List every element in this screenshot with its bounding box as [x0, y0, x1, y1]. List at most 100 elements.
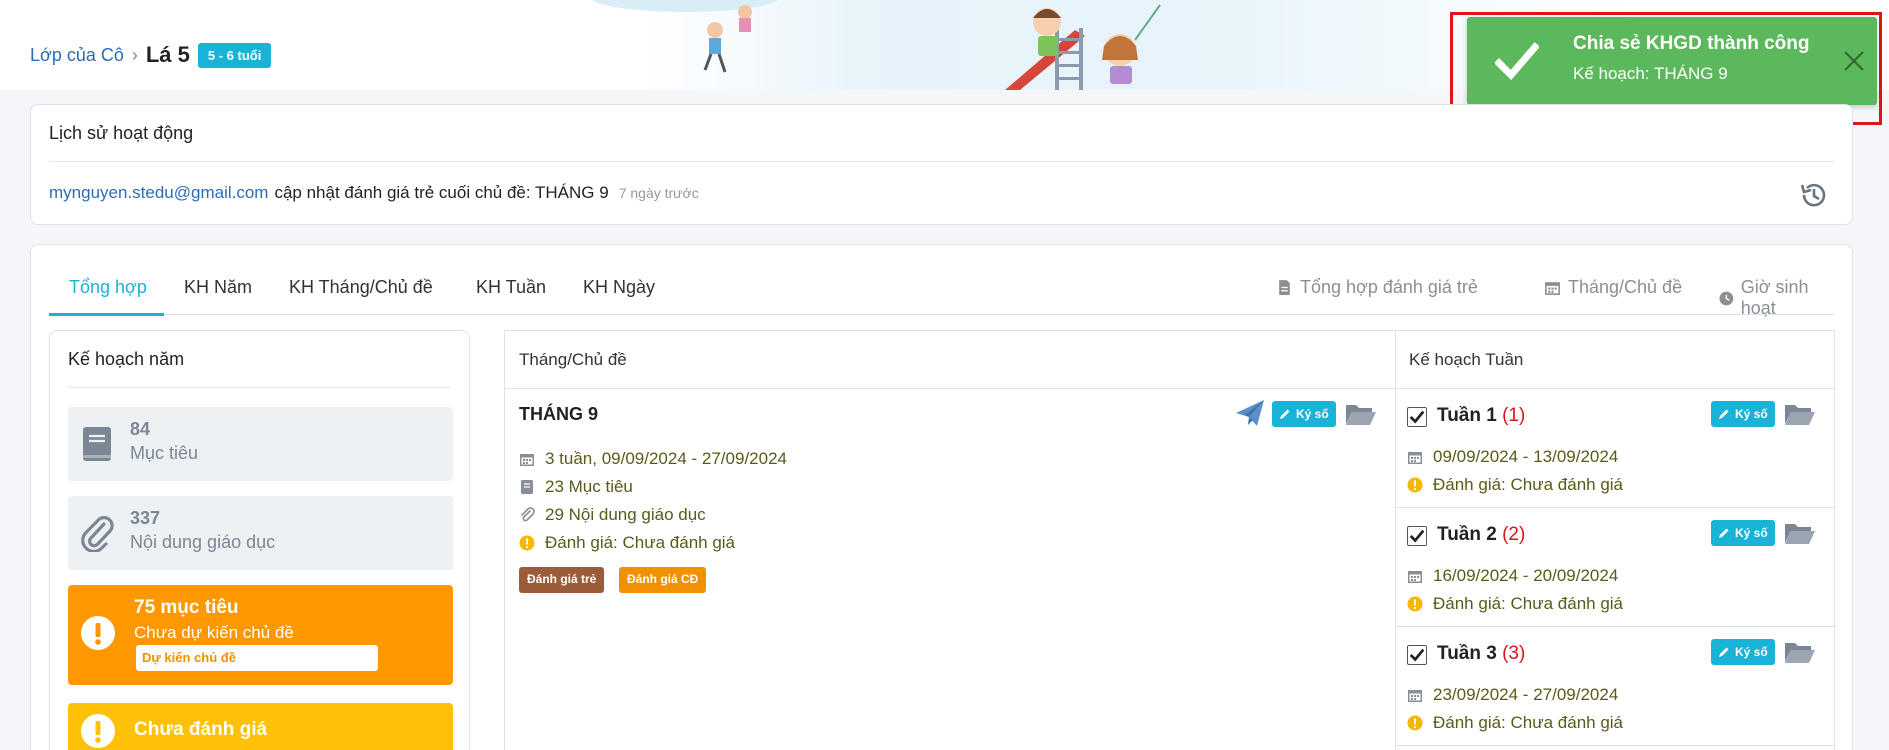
month-evaluation: Đánh giá: Chưa đánh giá: [545, 533, 736, 552]
folder-open-icon[interactable]: [1345, 402, 1377, 426]
tab-day-plan[interactable]: KH Ngày: [583, 277, 655, 298]
exclamation-circle-icon: [81, 714, 115, 748]
paperclip-icon: [81, 516, 114, 552]
evaluate-children-tag[interactable]: Đánh giá trẻ: [519, 567, 605, 593]
link-month-topic-label: Tháng/Chủ đề: [1568, 277, 1683, 297]
contents-count: 337: [130, 508, 161, 528]
age-badge: 5 - 6 tuổi: [197, 42, 272, 68]
plan-table: Tháng/Chủ đề Kế hoạch Tuần THÁNG 9 Ký số…: [504, 330, 1836, 750]
tab-bar: Tổng hợp KH Năm KH Tháng/Chủ đề KH Tuần …: [49, 265, 1834, 318]
breadcrumb: Lớp của Cô › Lá 5 5 - 6 tuổi: [30, 42, 272, 68]
week-name: Tuần 1: [1437, 405, 1497, 426]
tab-overview[interactable]: Tổng hợp: [69, 277, 147, 298]
contents-stat[interactable]: 337 Nội dung giáo dục: [68, 496, 453, 570]
pencil-icon: [1280, 409, 1290, 419]
unplanned-goals-subtitle: Chưa dự kiến chủ đề: [134, 623, 294, 642]
goals-label: Mục tiêu: [130, 443, 199, 463]
month-contents[interactable]: 29 Nội dung giáo dục: [545, 505, 706, 525]
week-title[interactable]: Tuần 1 (1): [1437, 405, 1525, 427]
checkmark-icon: [1409, 648, 1425, 662]
toast-message: Kế hoạch: THÁNG 9: [1573, 64, 1728, 83]
month-duration-row: 3 tuần, 09/09/2024 - 27/09/2024: [519, 449, 787, 469]
evaluate-topic-tag[interactable]: Đánh giá CĐ: [619, 567, 707, 593]
pencil-icon: [1719, 409, 1729, 419]
month-title[interactable]: THÁNG 9: [519, 404, 598, 425]
tab-week-plan[interactable]: KH Tuần: [476, 277, 546, 298]
calendar-icon: [1408, 571, 1422, 583]
exclamation-circle-icon: [1407, 477, 1423, 493]
column-header-month: Tháng/Chủ đề: [519, 350, 627, 369]
month-sign-button[interactable]: Ký số: [1272, 401, 1336, 427]
link-children-evaluation-summary-label: Tổng hợp đánh giá trẻ: [1300, 277, 1478, 297]
calendar-icon: [1408, 452, 1422, 464]
activity-text: cập nhật đánh giá trẻ cuối chủ đề: THÁNG…: [274, 183, 609, 202]
week-dates: 09/09/2024 - 13/09/2024: [1433, 447, 1619, 466]
history-icon[interactable]: [1798, 179, 1830, 211]
paperclip-icon: [521, 507, 535, 522]
week-checkbox[interactable]: [1407, 645, 1427, 665]
week-evaluation: Đánh giá: Chưa đánh giá: [1433, 594, 1624, 613]
week-title[interactable]: Tuần 3 (3): [1437, 643, 1525, 665]
week-sign-button[interactable]: Ký số: [1711, 639, 1775, 665]
table-header: Tháng/Chủ đề Kế hoạch Tuần: [505, 331, 1836, 389]
week-checkbox[interactable]: [1407, 407, 1427, 427]
week-sign-button[interactable]: Ký số: [1711, 520, 1775, 546]
activity-title: Lịch sử hoạt động: [49, 123, 194, 143]
activity-user-email[interactable]: mynguyen.stedu@gmail.com: [49, 183, 268, 203]
week-evaluation: Đánh giá: Chưa đánh giá: [1433, 475, 1624, 494]
month-duration: 3 tuần, 09/09/2024 - 27/09/2024: [545, 449, 787, 468]
year-plan-panel: Kế hoạch năm 84 Mục tiêu 337 Nội dung gi…: [49, 330, 470, 750]
week-dates-row: 23/09/2024 - 27/09/2024: [1407, 685, 1618, 705]
column-header-week: Kế hoạch Tuần: [1409, 350, 1524, 369]
exclamation-circle-icon: [1407, 715, 1423, 731]
breadcrumb-class-link[interactable]: Lớp của Cô: [30, 45, 124, 66]
activity-time: 7 ngày trước: [618, 185, 699, 201]
week-title[interactable]: Tuần 2 (2): [1437, 524, 1525, 546]
month-goals[interactable]: 23 Mục tiêu: [545, 477, 633, 497]
tab-month-plan[interactable]: KH Tháng/Chủ đề: [289, 277, 433, 298]
week-dates-row: 16/09/2024 - 20/09/2024: [1407, 566, 1618, 586]
week-sign-label: Ký số: [1735, 407, 1768, 421]
not-evaluated-alert: Chưa đánh giá: [68, 703, 453, 750]
send-plane-icon[interactable]: [1235, 399, 1265, 427]
book-icon: [521, 480, 533, 494]
contents-label: Nội dung giáo dục: [130, 532, 276, 552]
week-dates: 16/09/2024 - 20/09/2024: [1433, 566, 1619, 585]
goals-stat[interactable]: 84 Mục tiêu: [68, 407, 453, 481]
calendar-icon: [1545, 282, 1560, 295]
folder-open-icon[interactable]: [1784, 640, 1816, 664]
calendar-icon: [1408, 690, 1422, 702]
unplanned-goals-title: 75 mục tiêu: [134, 597, 239, 618]
month-contents-row: 29 Nội dung giáo dục: [519, 505, 706, 525]
link-activity-schedule[interactable]: Giờ sinh hoạt: [1719, 277, 1834, 319]
overview-card: Tổng hợp KH Năm KH Tháng/Chủ đề KH Tuần …: [30, 244, 1853, 750]
week-sign-label: Ký số: [1735, 645, 1768, 659]
week-sign-button[interactable]: Ký số: [1711, 401, 1775, 427]
pencil-icon: [1719, 647, 1729, 657]
year-plan-title: Kế hoạch năm: [68, 349, 185, 369]
plan-topic-button[interactable]: Dự kiến chủ đề: [136, 645, 378, 671]
activity-history-card: Lịch sử hoạt động mynguyen.stedu@gmail.c…: [30, 104, 1853, 225]
folder-open-icon[interactable]: [1784, 402, 1816, 426]
chevron-right-icon: ›: [131, 44, 138, 65]
goals-count: 84: [130, 419, 151, 439]
clock-icon: [1719, 291, 1734, 305]
week-sign-label: Ký số: [1735, 526, 1768, 540]
week-dates: 23/09/2024 - 27/09/2024: [1433, 685, 1619, 704]
link-children-evaluation-summary[interactable]: Tổng hợp đánh giá trẻ: [1276, 277, 1478, 298]
exclamation-circle-icon: [1407, 596, 1423, 612]
checkmark-icon: [1409, 529, 1425, 543]
divider: [68, 387, 451, 388]
tab-year-plan[interactable]: KH Năm: [184, 277, 252, 298]
week-count: (1): [1502, 405, 1526, 426]
week-count: (3): [1502, 643, 1526, 664]
not-evaluated-title: Chưa đánh giá: [134, 719, 268, 740]
success-toast: Chia sẻ KHGD thành công Kế hoạch: THÁNG …: [1467, 17, 1877, 105]
folder-open-icon[interactable]: [1784, 521, 1816, 545]
link-activity-schedule-label: Giờ sinh hoạt: [1740, 277, 1809, 318]
unplanned-goals-alert: 75 mục tiêu Chưa dự kiến chủ đề Dự kiến …: [68, 585, 453, 685]
close-icon[interactable]: [1843, 50, 1865, 72]
week-row: Tuần 2 (2) Ký số 16/09/2024 - 20/09/2024…: [1395, 508, 1836, 627]
link-month-topic[interactable]: Tháng/Chủ đề: [1544, 277, 1682, 298]
week-checkbox[interactable]: [1407, 526, 1427, 546]
